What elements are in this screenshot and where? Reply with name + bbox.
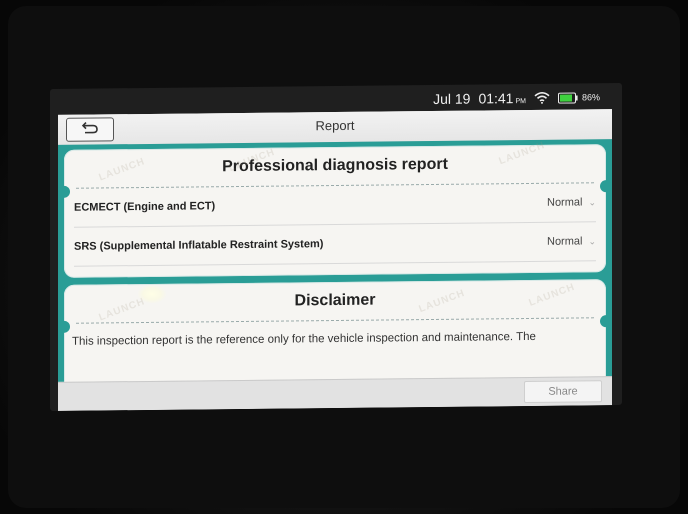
status-time-suffix: PM (515, 97, 526, 105)
bottom-bar: Share (58, 376, 612, 411)
share-button[interactable]: Share (524, 380, 602, 404)
wifi-icon (534, 92, 550, 104)
disclaimer-card: Disclaimer This inspection report is the… (58, 279, 612, 383)
status-value: Normal (547, 196, 583, 209)
battery-fill (559, 94, 572, 102)
report-app: Report Professional diagnosis report ECM… (58, 109, 612, 411)
report-title: Professional diagnosis report (222, 155, 448, 176)
card-notch-right (600, 180, 612, 193)
system-name: ECMECT (Engine and ECT) (74, 200, 216, 214)
page-title: Report (315, 117, 355, 134)
status-value: Normal (547, 235, 583, 248)
status-bar: Jul 19 01:41 PM 86% (433, 87, 600, 109)
device-screen: Jul 19 01:41 PM 86% Report Professional … (50, 83, 622, 411)
card-notch-left (58, 185, 70, 198)
status-time: 01:41 (478, 90, 514, 107)
report-content[interactable]: Professional diagnosis report ECMECT (En… (58, 139, 612, 383)
system-name: SRS (Supplemental Inflatable Restraint S… (74, 238, 324, 253)
chevron-down-icon[interactable]: ⌄ (588, 197, 596, 208)
system-status: Normal ⌄ (547, 235, 596, 248)
status-date: Jul 19 (433, 90, 471, 107)
card-notch-right (600, 315, 612, 328)
disclaimer-title: Disclaimer (294, 291, 376, 310)
system-row-srs[interactable]: SRS (Supplemental Inflatable Restraint S… (74, 222, 596, 267)
system-row-ecmect[interactable]: ECMECT (Engine and ECT) Normal ⌄ (74, 183, 596, 228)
disclaimer-text: This inspection report is the reference … (72, 330, 536, 348)
diagnosis-report-card: Professional diagnosis report ECMECT (En… (58, 144, 612, 278)
battery-percent: 86% (581, 92, 600, 103)
system-status: Normal ⌄ (547, 196, 596, 209)
card-notch-left (58, 320, 70, 333)
battery-icon (557, 92, 578, 104)
chevron-down-icon[interactable]: ⌄ (588, 236, 596, 247)
